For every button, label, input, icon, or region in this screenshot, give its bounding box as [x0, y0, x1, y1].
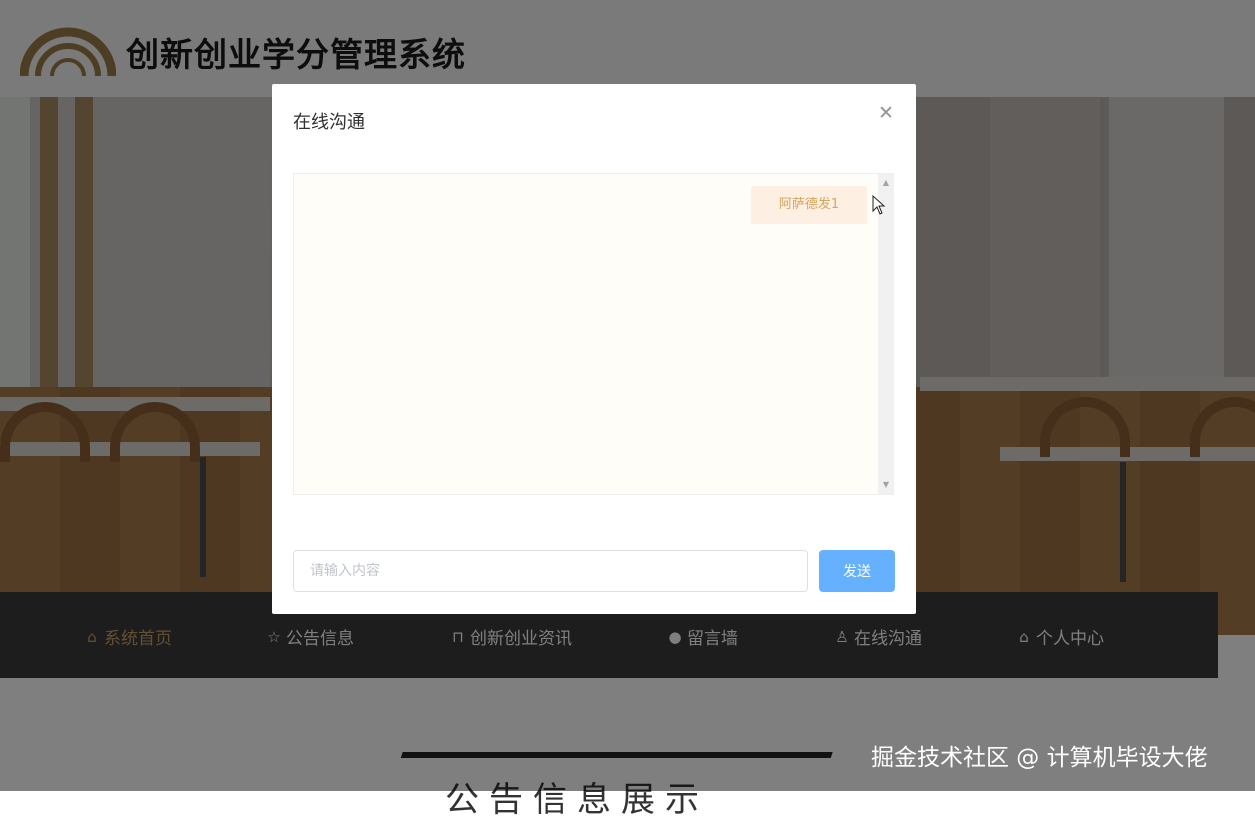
- mouse-cursor-icon: [872, 195, 886, 215]
- chat-input[interactable]: [293, 550, 808, 592]
- chat-dialog: 在线沟通 ✕ 阿萨德发1 ▲ ▼ 发送: [272, 84, 916, 614]
- scroll-down-icon[interactable]: ▼: [878, 478, 894, 492]
- chat-message-area[interactable]: 阿萨德发1 ▲ ▼: [293, 173, 894, 495]
- chat-message: 阿萨德发1: [751, 186, 867, 224]
- dialog-title: 在线沟通: [293, 112, 365, 133]
- watermark: 掘金技术社区 @ 计算机毕设大佬: [871, 745, 1208, 771]
- send-button[interactable]: 发送: [819, 550, 895, 592]
- close-icon[interactable]: ✕: [876, 103, 896, 123]
- scroll-up-icon[interactable]: ▲: [878, 176, 894, 190]
- chat-scrollbar[interactable]: ▲ ▼: [878, 174, 894, 494]
